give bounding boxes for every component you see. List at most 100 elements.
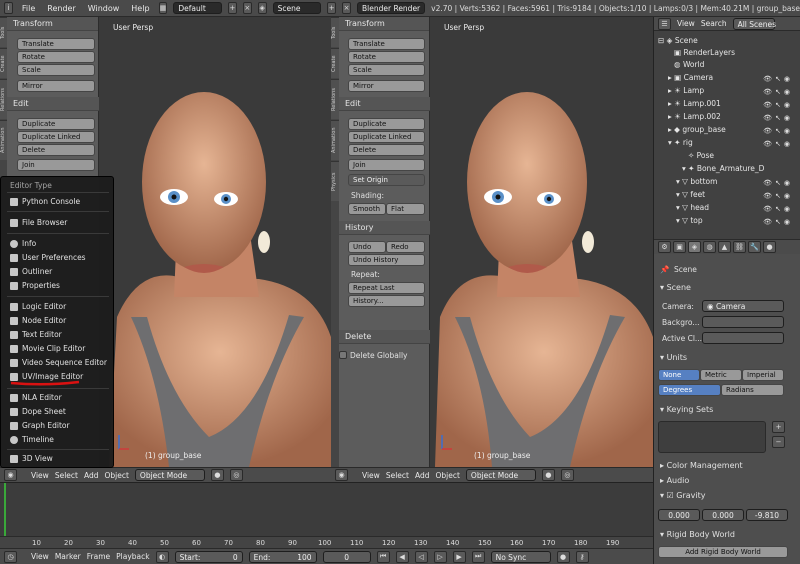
tab-relations-middle[interactable]: Relations: [331, 79, 339, 119]
visibility-icons[interactable]: 👁↖◉: [763, 99, 793, 111]
keying-set-icon[interactable]: ⚷: [575, 550, 589, 563]
background-field[interactable]: [702, 316, 784, 328]
tab-create-middle[interactable]: Create: [331, 48, 339, 78]
render-engine-select[interactable]: Blender Render: [357, 2, 426, 14]
range-toggle-icon[interactable]: ◐: [155, 550, 169, 563]
view-menu-right[interactable]: View: [362, 471, 380, 480]
gravity-z-field[interactable]: -9.810: [746, 509, 788, 521]
material-tab-icon[interactable]: ●: [763, 241, 776, 253]
info-editor-icon[interactable]: i: [4, 2, 13, 14]
units-imperial-button[interactable]: Imperial: [742, 369, 784, 381]
add-menu-right[interactable]: Add: [415, 471, 430, 480]
menu-item-python-console[interactable]: Python Console: [10, 196, 80, 208]
gravity-header[interactable]: ▾ ☑ Gravity: [656, 489, 798, 502]
editor-type-icon-right[interactable]: ◉: [335, 469, 348, 481]
transform-header[interactable]: Transform: [7, 17, 98, 31]
jump-start-icon[interactable]: ⏮: [376, 550, 390, 563]
menu-item-user-preferences[interactable]: User Preferences: [10, 252, 86, 264]
add-menu[interactable]: Add: [84, 471, 99, 480]
repeat-last-button[interactable]: Repeat Last: [348, 282, 425, 294]
flat-button[interactable]: Flat: [386, 203, 425, 215]
menu-item-movie-clip-editor[interactable]: Movie Clip Editor: [10, 343, 85, 355]
visibility-icons[interactable]: 👁↖◉: [763, 112, 793, 124]
layout-icon[interactable]: ▦: [158, 2, 168, 14]
menu-item-logic-editor[interactable]: Logic Editor: [10, 301, 66, 313]
delete-operator-header[interactable]: Delete: [339, 330, 430, 344]
current-frame-field[interactable]: 0: [322, 550, 371, 563]
menu-file[interactable]: File: [19, 4, 38, 13]
tab-physics-middle[interactable]: Physics: [331, 161, 339, 201]
menu-item-timeline[interactable]: Timeline: [10, 434, 54, 446]
layout-close-icon[interactable]: ×: [242, 2, 252, 14]
scene-icon[interactable]: ◈: [257, 2, 267, 14]
units-metric-button[interactable]: Metric: [700, 369, 742, 381]
outliner-row-camera[interactable]: ▸ ▣ Camera 👁↖◉: [654, 72, 799, 84]
outliner-row-feet[interactable]: ▾ ▽ feet 👁↖◉: [654, 189, 799, 201]
mode-select-right[interactable]: Object Mode: [465, 469, 536, 481]
add-rigid-body-world-button[interactable]: Add Rigid Body World: [658, 546, 788, 558]
scene-close-icon[interactable]: ×: [342, 2, 351, 14]
gravity-x-field[interactable]: 0.000: [658, 509, 700, 521]
visibility-icons[interactable]: 👁↖◉: [763, 177, 793, 189]
visibility-icons[interactable]: 👁↖◉: [763, 73, 793, 85]
world-tab-icon[interactable]: ◍: [703, 241, 716, 253]
smooth-button[interactable]: Smooth: [348, 203, 386, 215]
menu-item-3d-view[interactable]: 3D View: [10, 453, 53, 465]
next-key-icon[interactable]: ▶: [452, 550, 466, 563]
scene-add-icon[interactable]: +: [327, 2, 337, 14]
outliner-filter-select[interactable]: All Scenes: [732, 17, 776, 30]
record-icon[interactable]: ●: [556, 550, 570, 563]
transform-header-middle[interactable]: Transform: [339, 17, 429, 31]
layout-add-icon[interactable]: +: [228, 2, 237, 14]
redo-button[interactable]: Redo: [386, 241, 425, 253]
outliner-row-rig[interactable]: ▾ ✦ rig 👁↖◉: [654, 137, 799, 149]
mirror-button[interactable]: Mirror: [17, 80, 95, 92]
timeline-editor-icon[interactable]: ◷: [4, 550, 17, 563]
tab-relations[interactable]: Relations: [0, 79, 7, 119]
select-menu[interactable]: Select: [55, 471, 78, 480]
keying-add-icon[interactable]: +: [772, 421, 785, 433]
active-clip-field[interactable]: [702, 332, 784, 344]
translate-button[interactable]: Translate: [17, 38, 95, 50]
delete-button-middle[interactable]: Delete: [348, 144, 425, 156]
object-menu[interactable]: Object: [104, 471, 128, 480]
mode-select[interactable]: Object Mode: [134, 469, 205, 481]
viewport-3d-left[interactable]: User Persp (1) group_base: [99, 17, 331, 467]
layout-field[interactable]: Default: [173, 2, 223, 14]
outliner-search-menu[interactable]: Search: [701, 19, 727, 28]
tab-tools[interactable]: Tools: [0, 17, 7, 47]
view-menu[interactable]: View: [31, 471, 49, 480]
history-button[interactable]: History...: [348, 295, 425, 307]
tab-create[interactable]: Create: [0, 48, 7, 78]
modifiers-tab-icon[interactable]: 🔧: [748, 241, 761, 253]
visibility-icons[interactable]: 👁↖◉: [763, 203, 793, 215]
menu-item-nla-editor[interactable]: NLA Editor: [10, 392, 62, 404]
play-reverse-icon[interactable]: ◁: [414, 550, 428, 563]
translate-button-middle[interactable]: Translate: [348, 38, 425, 50]
delete-button[interactable]: Delete: [17, 144, 95, 156]
visibility-icons[interactable]: 👁↖◉: [763, 86, 793, 98]
play-icon[interactable]: ▷: [433, 550, 447, 563]
editor-type-icon[interactable]: ◉: [4, 469, 17, 481]
outliner-row-top[interactable]: ▾ ▽ top 👁↖◉: [654, 215, 799, 227]
scene-panel-header[interactable]: ▾ Scene: [656, 281, 798, 294]
units-panel-header[interactable]: ▾ Units: [656, 351, 798, 364]
outliner-row-world[interactable]: ◍ World: [654, 59, 799, 71]
timeline-view-menu[interactable]: View: [31, 552, 49, 561]
tab-animation-middle[interactable]: Animation: [331, 120, 339, 160]
outliner-row-group-base[interactable]: ▸ ◆ group_base 👁↖◉: [654, 124, 799, 136]
viewport-shading-icon-right[interactable]: ●: [541, 469, 555, 481]
outliner-row-lamp001[interactable]: ▸ ☀ Lamp.001 👁↖◉: [654, 98, 799, 110]
degrees-button[interactable]: Degrees: [658, 384, 721, 396]
properties-editor-icon[interactable]: ⚙: [658, 241, 671, 253]
visibility-icons[interactable]: 👁↖◉: [763, 125, 793, 137]
undo-button[interactable]: Undo: [348, 241, 386, 253]
menu-item-text-editor[interactable]: Text Editor: [10, 329, 62, 341]
menu-render[interactable]: Render: [44, 4, 78, 13]
visibility-icons[interactable]: 👁↖◉: [763, 138, 793, 150]
menu-item-video-sequence-editor[interactable]: Video Sequence Editor: [10, 357, 107, 369]
duplicate-button-middle[interactable]: Duplicate: [348, 118, 425, 130]
jump-end-icon[interactable]: ⏭: [471, 550, 485, 563]
keying-sets-header[interactable]: ▾ Keying Sets: [656, 403, 798, 416]
prev-key-icon[interactable]: ◀: [395, 550, 409, 563]
